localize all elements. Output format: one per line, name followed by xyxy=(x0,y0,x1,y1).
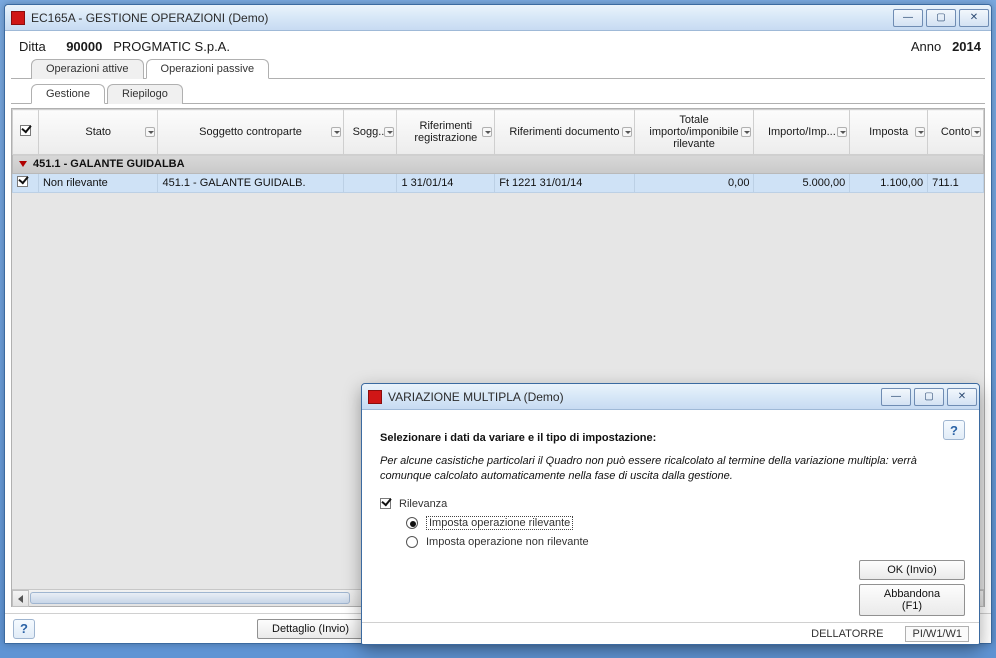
radio-non-rilevante[interactable] xyxy=(406,536,418,548)
tab-gestione[interactable]: Gestione xyxy=(31,84,105,104)
col-stato[interactable]: Stato xyxy=(38,110,158,155)
dialog-heading: Selezionare i dati da variare e il tipo … xyxy=(380,432,961,444)
close-button[interactable]: ✕ xyxy=(959,9,989,27)
status-loc: PI/W1/W1 xyxy=(905,626,969,642)
main-title: EC165A - GESTIONE OPERAZIONI (Demo) xyxy=(31,11,893,25)
radio-rilevante-label[interactable]: Imposta operazione rilevante xyxy=(426,516,573,530)
tabs-top: Operazioni attive Operazioni passive xyxy=(11,58,985,79)
cell-stato: Non rilevante xyxy=(38,174,158,193)
dialog-close-button[interactable]: ✕ xyxy=(947,388,977,406)
dialog-variazione-multipla: VARIAZIONE MULTIPLA (Demo) — ▢ ✕ ? Selez… xyxy=(361,383,980,645)
group-collapse-icon[interactable] xyxy=(19,161,27,167)
tab-operazioni-passive[interactable]: Operazioni passive xyxy=(146,59,270,79)
grid-header-row: Stato Soggetto controparte Sogg... Rifer… xyxy=(13,110,984,155)
dialog-minimize-button[interactable]: — xyxy=(881,388,911,406)
rilevanza-checkbox[interactable] xyxy=(380,498,391,509)
minimize-button[interactable]: — xyxy=(893,9,923,27)
cell-rif-reg: 1 31/01/14 xyxy=(397,174,495,193)
group-row[interactable]: 451.1 - GALANTE GUIDALBA xyxy=(13,155,984,174)
cell-rif-doc: Ft 1221 31/01/14 xyxy=(495,174,634,193)
cell-totale: 0,00 xyxy=(634,174,754,193)
scroll-left-button[interactable] xyxy=(12,590,29,607)
dialog-title: VARIAZIONE MULTIPLA (Demo) xyxy=(388,390,881,404)
row-checkbox[interactable] xyxy=(17,176,28,187)
cell-sogg2 xyxy=(343,174,397,193)
anno-label: Anno xyxy=(911,39,941,54)
dettaglio-button[interactable]: Dettaglio (Invio) xyxy=(257,619,364,639)
tabs-sub: Gestione Riepilogo xyxy=(11,83,985,104)
dropdown-icon[interactable] xyxy=(837,127,847,137)
app-icon xyxy=(11,11,25,25)
ok-button[interactable]: OK (Invio) xyxy=(859,560,965,580)
main-titlebar[interactable]: EC165A - GESTIONE OPERAZIONI (Demo) — ▢ … xyxy=(5,5,991,31)
dialog-titlebar[interactable]: VARIAZIONE MULTIPLA (Demo) — ▢ ✕ xyxy=(362,384,979,410)
dropdown-icon[interactable] xyxy=(622,127,632,137)
ditta-label: Ditta xyxy=(19,39,46,54)
cancel-button[interactable]: Abbandona (F1) xyxy=(859,584,965,616)
anno-value: 2014 xyxy=(952,39,981,54)
col-conto[interactable]: Conto xyxy=(928,110,984,155)
dialog-note: Per alcune casistiche particolari il Qua… xyxy=(380,454,961,484)
app-icon xyxy=(368,390,382,404)
header-checkbox[interactable] xyxy=(20,125,31,136)
ditta-code: 90000 xyxy=(66,39,102,54)
col-rif-doc[interactable]: Riferimenti documento xyxy=(495,110,634,155)
rilevanza-label: Rilevanza xyxy=(399,498,447,510)
grid: Stato Soggetto controparte Sogg... Rifer… xyxy=(12,109,984,193)
col-totale[interactable]: Totale importo/imponibile rilevante xyxy=(634,110,754,155)
col-sogg2[interactable]: Sogg... xyxy=(343,110,397,155)
tab-operazioni-attive[interactable]: Operazioni attive xyxy=(31,59,144,79)
cell-imposta: 1.100,00 xyxy=(850,174,928,193)
col-importo[interactable]: Importo/Imp... xyxy=(754,110,850,155)
cell-conto: 711.1 xyxy=(928,174,984,193)
ditta-name: PROGMATIC S.p.A. xyxy=(113,39,230,54)
dropdown-icon[interactable] xyxy=(915,127,925,137)
help-button[interactable]: ? xyxy=(13,619,35,639)
table-row[interactable]: Non rilevante 451.1 - GALANTE GUIDALB. 1… xyxy=(13,174,984,193)
dialog-statusbar: DELLATORRE PI/W1/W1 xyxy=(362,622,979,644)
dropdown-icon[interactable] xyxy=(482,127,492,137)
dropdown-icon[interactable] xyxy=(741,127,751,137)
cell-importo: 5.000,00 xyxy=(754,174,850,193)
dropdown-icon[interactable] xyxy=(145,127,155,137)
col-soggetto[interactable]: Soggetto controparte xyxy=(158,110,343,155)
radio-non-rilevante-label[interactable]: Imposta operazione non rilevante xyxy=(426,536,589,548)
dropdown-icon[interactable] xyxy=(971,127,981,137)
tab-riepilogo[interactable]: Riepilogo xyxy=(107,84,183,104)
dropdown-icon[interactable] xyxy=(331,127,341,137)
header-row: Ditta 90000 PROGMATIC S.p.A. Anno 2014 xyxy=(5,31,991,58)
radio-rilevante[interactable] xyxy=(406,517,418,529)
col-check[interactable] xyxy=(13,110,39,155)
dialog-help-button[interactable]: ? xyxy=(943,420,965,440)
col-rif-reg[interactable]: Riferimenti registrazione xyxy=(397,110,495,155)
status-user: DELLATORRE xyxy=(811,628,883,640)
dropdown-icon[interactable] xyxy=(384,127,394,137)
group-label: 451.1 - GALANTE GUIDALBA xyxy=(33,158,185,170)
maximize-button[interactable]: ▢ xyxy=(926,9,956,27)
dialog-maximize-button[interactable]: ▢ xyxy=(914,388,944,406)
cell-soggetto: 451.1 - GALANTE GUIDALB. xyxy=(158,174,343,193)
scroll-thumb[interactable] xyxy=(30,592,350,604)
col-imposta[interactable]: Imposta xyxy=(850,110,928,155)
